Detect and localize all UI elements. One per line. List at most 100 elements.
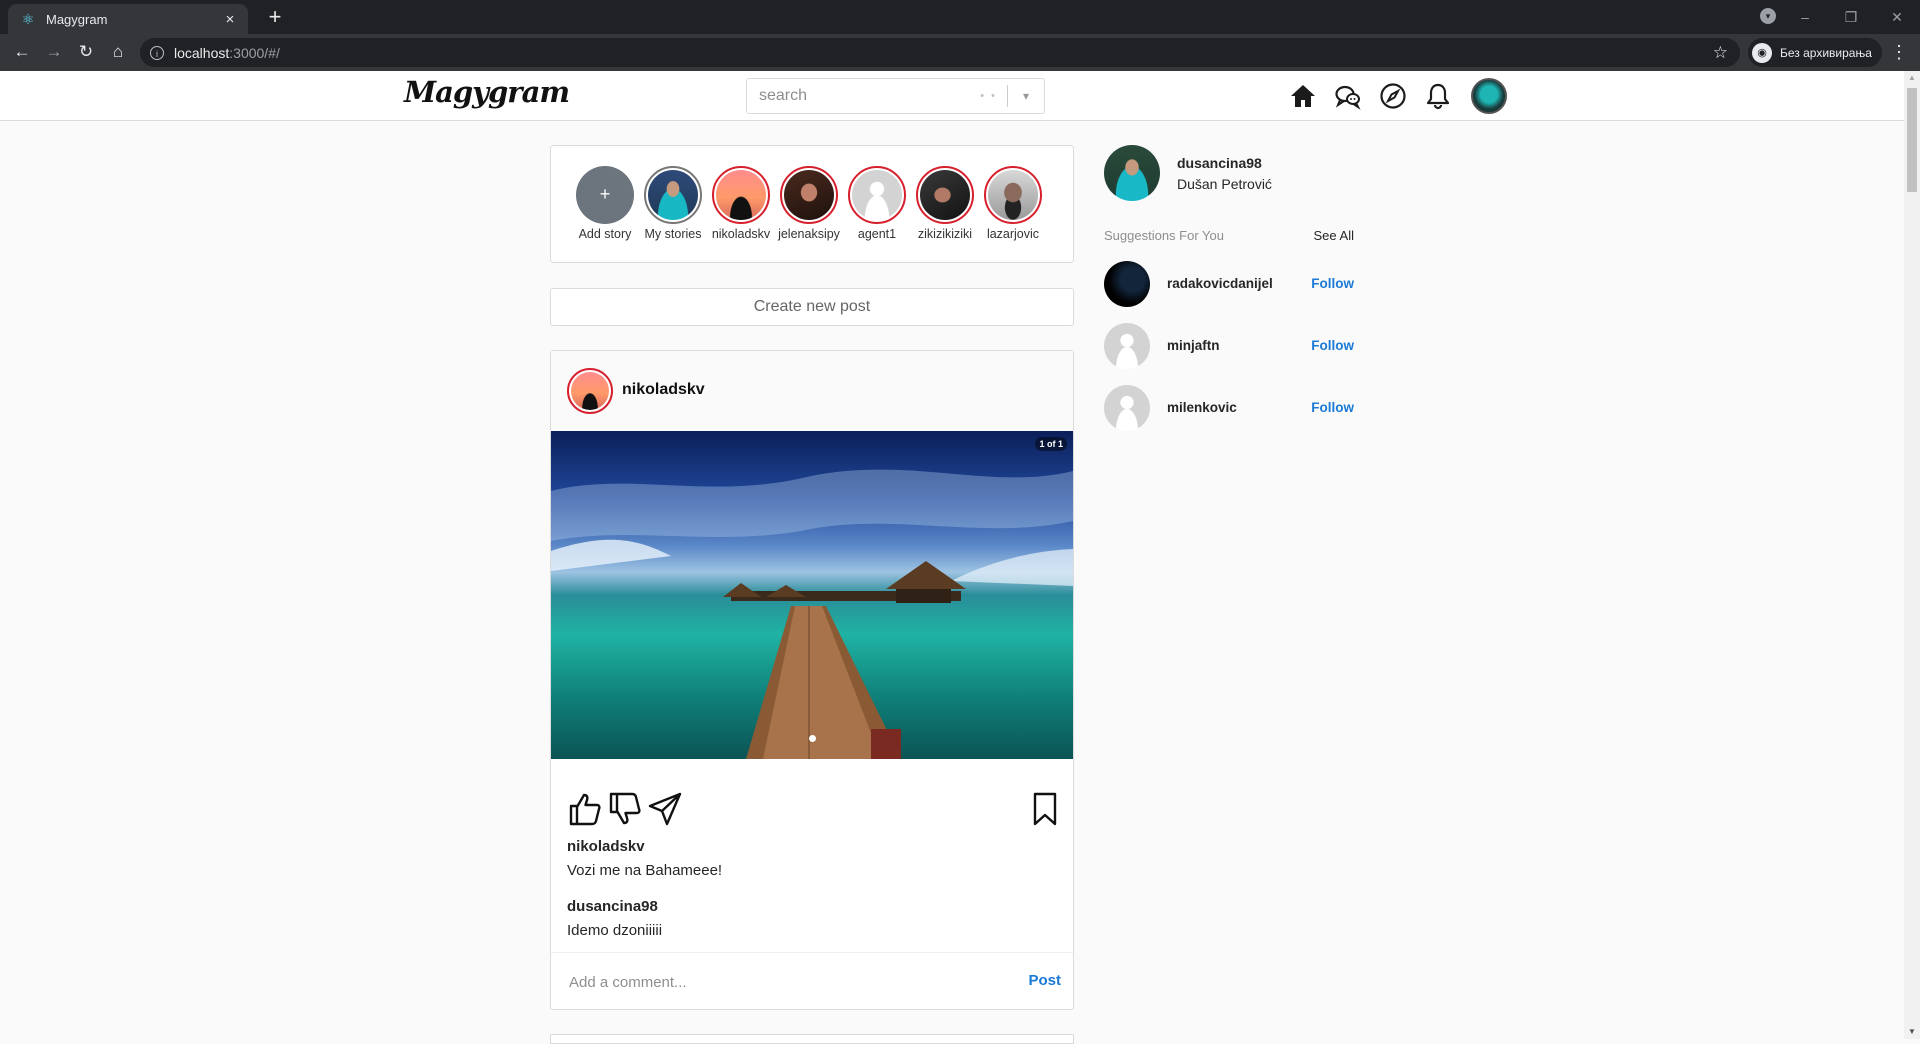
incognito-icon: ◉ [1752, 42, 1772, 63]
header-nav [1288, 78, 1507, 114]
post-actions [567, 791, 1057, 831]
bell-icon[interactable] [1423, 81, 1453, 111]
story-add[interactable]: + Add story [569, 166, 641, 241]
tab-search-icon[interactable]: ▾ [1760, 8, 1776, 24]
caption-username[interactable]: nikoladskv [567, 838, 645, 855]
reload-icon[interactable]: ↻ [74, 40, 98, 64]
chevron-down-icon[interactable]: ▾ [1008, 89, 1044, 103]
post-author-avatar[interactable] [567, 368, 613, 414]
scroll-up-arrow-icon[interactable]: ▲ [1904, 71, 1920, 85]
url-host: localhost [174, 44, 230, 61]
post-header: nikoladskv [551, 351, 1073, 431]
tab-title: Magygram [46, 11, 108, 27]
story-ring [984, 166, 1042, 224]
maximize-button[interactable]: ❐ [1828, 9, 1874, 26]
next-post-card [550, 1034, 1074, 1044]
browser-home-icon[interactable]: ⌂ [106, 40, 130, 64]
page-scrollbar[interactable]: ▲ ▼ [1904, 71, 1920, 1039]
thumbs-down-icon[interactable] [607, 791, 643, 827]
app-header: Magygram • • ▾ [0, 71, 1904, 121]
suggestion-avatar[interactable] [1104, 385, 1150, 431]
suggestion-username[interactable]: radakovicdanijel [1167, 276, 1273, 291]
comment-input[interactable] [567, 967, 991, 997]
minimize-button[interactable]: – [1782, 9, 1828, 25]
comment-text: Idemo dzoniiiii [567, 922, 663, 939]
story-avatar [988, 170, 1038, 220]
add-story-plus-icon: + [576, 166, 634, 224]
scroll-down-arrow-icon[interactable]: ▼ [1904, 1025, 1920, 1039]
suggestion-username[interactable]: minjaftn [1167, 338, 1220, 353]
story-avatar [716, 170, 766, 220]
sidebar-avatar[interactable] [1104, 145, 1160, 201]
suggestions-header: Suggestions For You See All [1104, 228, 1354, 243]
info-icon[interactable]: i [150, 45, 164, 60]
follow-button[interactable]: Follow [1311, 338, 1354, 353]
search-input[interactable] [757, 80, 981, 112]
story-ring [644, 166, 702, 224]
send-icon[interactable] [647, 791, 683, 827]
story-label: nikoladskv [711, 227, 771, 241]
profile-label: Без архивирања [1780, 45, 1872, 60]
story-avatar [852, 170, 902, 220]
loading-dots-icon: • • [980, 90, 997, 102]
suggestion-item: minjaftn Follow [1104, 323, 1354, 369]
star-icon[interactable]: ☆ [1713, 43, 1728, 63]
carousel-dot[interactable] [809, 735, 816, 742]
comment-username[interactable]: dusancina98 [567, 898, 658, 915]
home-icon[interactable] [1288, 81, 1318, 111]
create-post-button[interactable]: Create new post [550, 288, 1074, 326]
story-jelenaksipy[interactable]: jelenaksipy [773, 166, 845, 241]
see-all-link[interactable]: See All [1314, 228, 1354, 243]
suggestions-title: Suggestions For You [1104, 228, 1224, 243]
story-avatar [784, 170, 834, 220]
suggestion-username[interactable]: milenkovic [1167, 400, 1237, 415]
window-controls: – ❐ ✕ [1782, 0, 1920, 34]
new-tab-button[interactable]: + [262, 4, 288, 30]
story-ring [916, 166, 974, 224]
suggestion-avatar[interactable] [1104, 261, 1150, 307]
caption-text: Vozi me na Bahameee! [567, 862, 723, 879]
thumbs-up-icon[interactable] [567, 791, 603, 827]
profile-chip[interactable]: ◉ Без архивирања [1748, 38, 1882, 67]
story-ring: + [576, 166, 634, 224]
story-lazarjovic[interactable]: lazarjovic [977, 166, 1049, 241]
address-bar[interactable]: i localhost:3000/#/ ☆ [140, 38, 1740, 67]
post-image[interactable]: 1 of 1 [551, 431, 1073, 759]
story-label: jelenaksipy [778, 227, 840, 241]
profile-avatar[interactable] [1471, 78, 1507, 114]
suggestion-avatar[interactable] [1104, 323, 1150, 369]
search-box[interactable]: • • ▾ [746, 78, 1045, 114]
browser-toolbar: ← → ↻ ⌂ i localhost:3000/#/ ☆ ◉ Без архи… [0, 34, 1920, 71]
post-comment-button[interactable]: Post [1028, 972, 1061, 989]
story-label: agent1 [857, 227, 897, 241]
browser-tab[interactable]: ⚛ Magygram × [8, 4, 248, 34]
bookmark-icon[interactable] [1027, 791, 1063, 827]
back-arrow-icon[interactable]: ← [10, 40, 34, 64]
story-label: Add story [578, 227, 632, 241]
react-icon: ⚛ [21, 11, 35, 27]
story-avatar [648, 170, 698, 220]
story-my-stories[interactable]: My stories [637, 166, 709, 241]
compass-icon[interactable] [1378, 81, 1408, 111]
suggestion-item: radakovicdanijel Follow [1104, 261, 1354, 307]
close-window-button[interactable]: ✕ [1874, 9, 1920, 26]
app-logo[interactable]: Magygram [404, 75, 570, 109]
story-agent1[interactable]: agent1 [841, 166, 913, 241]
chat-icon[interactable] [1333, 81, 1363, 111]
kebab-menu-icon[interactable]: ⋮ [1890, 40, 1908, 64]
post-card: nikoladskv 1 of 1 nikoladskv Vozi me na … [550, 350, 1074, 1010]
follow-button[interactable]: Follow [1311, 400, 1354, 415]
story-ring [848, 166, 906, 224]
tab-close-icon[interactable]: × [222, 11, 238, 28]
sidebar-username[interactable]: dusancina98 [1177, 155, 1262, 171]
story-avatar [920, 170, 970, 220]
scrollbar-thumb[interactable] [1907, 88, 1917, 192]
forward-arrow-icon[interactable]: → [42, 40, 66, 64]
story-nikoladskv[interactable]: nikoladskv [705, 166, 777, 241]
follow-button[interactable]: Follow [1311, 276, 1354, 291]
story-ring [712, 166, 770, 224]
post-author-username[interactable]: nikoladskv [622, 381, 705, 399]
image-counter: 1 of 1 [1035, 437, 1067, 451]
story-zikizikiziki[interactable]: zikizikiziki [909, 166, 981, 241]
stories-bar: + Add story My stories nikoladskv jelena… [550, 145, 1074, 263]
